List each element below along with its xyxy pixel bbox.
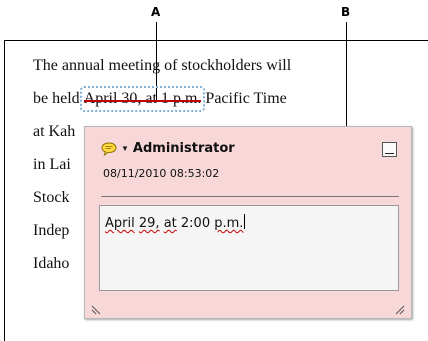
minimize-button[interactable] [382,142,397,157]
annotation-selection-box [79,86,206,112]
author-name: Administrator [132,141,235,156]
popup-divider [101,196,399,197]
resize-grip-left-icon[interactable] [91,302,101,315]
callout-label-b: B [341,5,351,19]
document-line-4: in Lai [33,156,71,173]
document-line-5: Stock [33,189,70,206]
comment-word: 29, [138,216,160,231]
document-line-7: Idaho [33,255,70,272]
popup-header: ▼ Administrator [101,141,235,156]
document-text: Pacific Time [205,90,287,107]
strikeout-annotation[interactable]: April 30, at 1 p.m. [79,86,206,112]
text-cursor [244,214,246,229]
comment-popup[interactable]: ▼ Administrator 08/11/2010 08:53:02 Apri… [84,126,412,319]
comment-word: at [163,216,177,231]
comment-word: 2:00 [180,216,211,231]
document-text: be held [33,90,80,107]
comment-text-field[interactable]: April 29, at 2:00 p.m. [99,205,399,291]
comment-date: 08/11/2010 08:53:02 [103,167,220,180]
document-line-1: The annual meeting of stockholders will [33,57,292,74]
document-line-2: be held April 30, at 1 p.m. Pacific Time [33,86,287,112]
document-line-3: at Kah [33,123,76,140]
resize-grip-right-icon[interactable] [395,302,405,315]
document-line-6: Indep [33,222,70,239]
comment-text: April 29, at 2:00 p.m. [105,214,246,231]
speech-bubble-icon[interactable] [101,141,117,156]
comment-word: April [105,216,135,231]
options-menu-arrow-icon[interactable]: ▼ [121,144,129,153]
callout-label-a: A [151,5,161,19]
comment-word: p.m. [214,216,244,231]
